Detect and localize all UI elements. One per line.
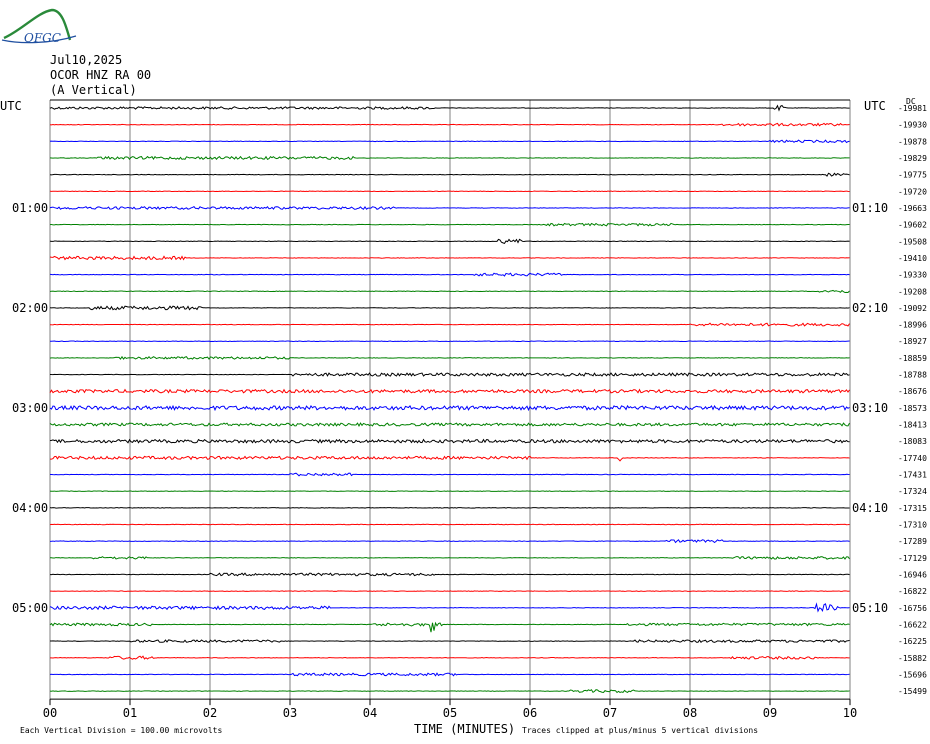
dc-offset-label: -18676 <box>898 387 927 396</box>
x-tick-label: 07 <box>603 706 617 720</box>
dc-offset-label: -18788 <box>898 371 927 380</box>
dc-offset-label: -19602 <box>898 221 927 230</box>
dc-offset-label: -19775 <box>898 171 927 180</box>
dc-offset-label: -18996 <box>898 321 927 330</box>
dc-offset-label: -19663 <box>898 204 927 213</box>
right-hour-label: 04:10 <box>852 501 888 515</box>
x-tick-label: 08 <box>683 706 697 720</box>
dc-offset-label: -16946 <box>898 570 927 579</box>
left-axis-title: UTC <box>0 99 22 113</box>
trace-row <box>49 490 850 492</box>
dc-offset-label: -17129 <box>898 554 927 563</box>
left-hour-label: 05:00 <box>12 601 48 615</box>
dc-offset-label: -18573 <box>898 404 927 413</box>
x-tick-label: 01 <box>123 706 137 720</box>
x-tick-label: 09 <box>763 706 777 720</box>
dc-offset-label: -15499 <box>898 687 927 696</box>
x-tick-label: 10 <box>843 706 857 720</box>
dc-offset-label: -17431 <box>898 471 927 480</box>
left-hour-label: 04:00 <box>12 501 48 515</box>
dc-offset-label: -16225 <box>898 637 927 646</box>
dc-offset-label: -18083 <box>898 437 927 446</box>
left-hour-label: 01:00 <box>12 201 48 215</box>
clip-note: Traces clipped at plus/minus 5 vertical … <box>522 726 758 735</box>
x-tick-label: 00 <box>43 706 57 720</box>
dc-offset-label: -19092 <box>898 304 927 313</box>
dc-offset-label: -15882 <box>898 654 927 663</box>
helicorder-plot: 00 01 02 03 04 05 06 07 08 09 10-19981-19930-19878… <box>0 97 927 736</box>
dc-offset-label: -16756 <box>898 604 927 613</box>
right-hour-label: 02:10 <box>852 301 888 315</box>
dc-offset-label: -15696 <box>898 670 927 679</box>
dc-offset-label: -17315 <box>898 504 927 513</box>
trace-row <box>49 507 850 509</box>
dc-offset-label: -19720 <box>898 187 927 196</box>
x-axis-label: TIME (MINUTES) <box>414 722 515 736</box>
trace-row <box>49 523 850 526</box>
dc-offset-label: -19508 <box>898 237 927 246</box>
right-hour-label: 03:10 <box>852 401 888 415</box>
dc-offset-label: -19829 <box>898 154 927 163</box>
dc-offset-label: -18413 <box>898 421 927 430</box>
left-hour-label: 02:00 <box>12 301 48 315</box>
dc-offset-label: -18927 <box>898 337 927 346</box>
vertical-division-note: Each Vertical Division = 100.00 microvol… <box>20 726 222 735</box>
dc-offset-label: -19930 <box>898 121 927 130</box>
trace-row <box>49 340 850 343</box>
right-hour-label: 05:10 <box>852 601 888 615</box>
right-axis-title: UTC <box>864 99 886 113</box>
dc-label: DC <box>906 97 916 106</box>
dc-offset-label: -17310 <box>898 521 927 530</box>
x-tick-label: 05 <box>443 706 457 720</box>
dc-offset-label: -18859 <box>898 354 927 363</box>
dc-offset-label: -16622 <box>898 620 927 629</box>
left-hour-label: 03:00 <box>12 401 48 415</box>
dc-offset-label: -19410 <box>898 254 927 263</box>
right-hour-label: 01:10 <box>852 201 888 215</box>
dc-offset-label: -17324 <box>898 487 927 496</box>
x-tick-label: 06 <box>523 706 537 720</box>
dc-offset-label: -17740 <box>898 454 927 463</box>
trace-row <box>49 190 850 193</box>
dc-offset-label: -17289 <box>898 537 927 546</box>
x-tick-label: 04 <box>363 706 377 720</box>
dc-offset-label: -19878 <box>898 137 927 146</box>
dc-offset-label: -19330 <box>898 271 927 280</box>
x-tick-label: 03 <box>283 706 297 720</box>
axis-labels: 00 01 02 03 04 05 06 07 08 09 10-19981-19930-19878… <box>12 104 927 720</box>
x-tick-label: 02 <box>203 706 217 720</box>
dc-offset-label: -19208 <box>898 287 927 296</box>
trace-row <box>49 590 850 592</box>
dc-offset-label: -16822 <box>898 587 927 596</box>
